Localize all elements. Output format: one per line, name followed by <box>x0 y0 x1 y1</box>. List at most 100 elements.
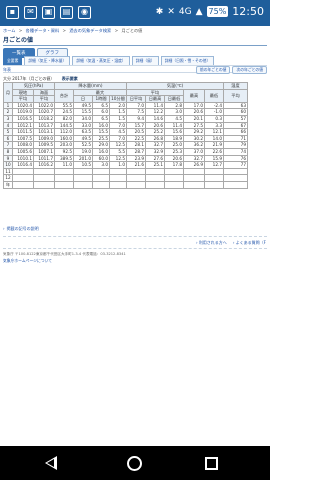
faq-link[interactable]: › よくある質問（F <box>233 240 266 246</box>
home-icon[interactable] <box>127 456 142 471</box>
value-cell: 22.6 <box>204 147 224 156</box>
value-cell: 1020.4 <box>12 101 34 110</box>
value-cell: 1008.0 <box>12 141 34 149</box>
value-cell: 25.3 <box>164 147 184 156</box>
col-daily-max: 日最高 <box>145 95 165 103</box>
table-row: 6 1007.5 1009.0 160.0 49.5 25.5 7.0 22.5 26.8 18.… <box>3 134 248 143</box>
month-cell: 7 <box>3 141 13 149</box>
breadcrumb-home[interactable]: ホーム <box>3 28 15 33</box>
next-year-button[interactable]: 次の年ごとの値 <box>232 66 267 74</box>
breadcrumb-separator: > <box>62 28 67 33</box>
value-cell: 7.5 <box>126 108 146 116</box>
value-cell: 19.0 <box>73 147 93 156</box>
month-cell: 10 <box>3 161 13 169</box>
col-total: 合計 <box>54 88 74 103</box>
value-cell: 20.1 <box>183 114 205 123</box>
value-cell: 1012.1 <box>12 121 34 130</box>
value-cell: 2.0 <box>109 101 127 110</box>
value-cell: 28.1 <box>126 141 146 149</box>
battery-icon: 75% <box>206 6 229 17</box>
month-cell: 5 <box>3 128 13 136</box>
value-cell <box>33 174 55 182</box>
value-cell <box>145 180 165 189</box>
value-cell <box>126 180 146 189</box>
month-cell: 年 <box>3 180 13 189</box>
col-temp: 気温(℃) <box>126 82 224 90</box>
value-cell: 1.5 <box>109 108 127 116</box>
signal-icon: ▲ <box>195 6 203 17</box>
sub-navigation: 年表 前の年ごとの値 次の年ごとの値 <box>3 65 267 74</box>
col-max: 最大 <box>73 88 127 97</box>
value-cell: 4.5 <box>164 114 184 123</box>
value-cell: 57 <box>223 114 248 123</box>
value-cell: 49.5 <box>73 134 93 143</box>
value-cell <box>54 180 74 189</box>
value-cell: 27.6 <box>145 154 165 163</box>
notes-link[interactable]: 掲載の記号の説明 <box>7 226 39 231</box>
value-cell: 6.5 <box>92 101 110 110</box>
app-icon: ▣ <box>42 6 55 19</box>
value-cell: 20.5 <box>126 128 146 136</box>
table-row: 12 <box>3 174 248 182</box>
value-cell: 14.6 <box>145 114 165 123</box>
value-cell <box>223 174 248 182</box>
value-cell: 1009.0 <box>33 134 55 143</box>
value-cell: 21.9 <box>204 141 224 149</box>
value-cell: 55.5 <box>54 101 74 110</box>
back-icon-inner <box>47 458 54 467</box>
value-cell <box>33 167 55 176</box>
col-1hour: 1時間 <box>92 95 110 103</box>
col-avg: 平均 <box>126 88 184 97</box>
usage-link[interactable]: › 利用される方へ <box>196 240 227 246</box>
value-cell: 1.5 <box>109 114 127 123</box>
breadcrumb-search[interactable]: 過去の気象データ検索 <box>69 28 111 33</box>
value-cell: 71 <box>223 134 248 143</box>
month-cell: 3 <box>3 114 13 123</box>
value-cell: 11.4 <box>164 121 184 130</box>
value-cell: 7.0 <box>126 101 146 110</box>
table-row: 11 <box>3 167 248 176</box>
value-cell: 1011.5 <box>12 128 34 136</box>
col-sea: 海面 <box>33 88 55 97</box>
prev-year-button[interactable]: 前の年ごとの値 <box>195 66 231 74</box>
value-cell: 22.5 <box>126 134 146 143</box>
footer-links: › 利用される方へ › よくある質問（F <box>196 240 266 246</box>
value-cell: 1022.0 <box>33 101 55 110</box>
breadcrumb: ホーム > 各種データ・資料 > 過去の気象データ検索 > 月ごとの値 <box>3 28 267 34</box>
breadcrumb-data[interactable]: 各種データ・資料 <box>26 28 60 33</box>
value-cell: 0.3 <box>204 114 224 123</box>
notification-icons: ▪ ✉ ▣ ▤ ◉ <box>6 6 91 19</box>
value-cell: 7.0 <box>109 121 127 130</box>
value-cell: 32.9 <box>145 147 165 156</box>
recent-apps-icon[interactable] <box>205 457 218 470</box>
month-cell: 11 <box>3 167 13 176</box>
value-cell <box>73 167 93 176</box>
value-cell: 77 <box>223 161 248 169</box>
value-cell <box>92 180 110 189</box>
value-cell: 25.5 <box>92 134 110 143</box>
value-cell: 201.0 <box>73 154 93 163</box>
breadcrumb-separator: > <box>18 28 23 33</box>
value-cell: 26.9 <box>183 161 205 169</box>
value-cell: 92.5 <box>54 147 74 156</box>
value-cell: 15.5 <box>73 108 93 116</box>
value-cell: 18.9 <box>164 134 184 143</box>
col-10min: 10分間 <box>109 95 127 103</box>
value-cell: 21.6 <box>126 161 146 169</box>
yearly-link[interactable]: 年表 <box>3 67 11 73</box>
table-row: 3 1016.5 1018.2 82.0 34.0 6.5 1.5 9.4 14.6 4.5 20.… <box>3 114 248 123</box>
value-cell: 112.0 <box>54 128 74 136</box>
value-cell: 12.2 <box>145 108 165 116</box>
col-day: 日 <box>73 95 93 103</box>
col-lowest: 最低 <box>204 88 224 103</box>
value-cell: 24.5 <box>54 108 74 116</box>
table-row: 10 1016.4 1016.2 11.0 10.5 3.0 1.0 21.6 25.1 17.8… <box>3 161 248 169</box>
homepage-info-link[interactable]: 気象庁ホームページについて <box>3 258 52 264</box>
value-cell <box>54 174 74 182</box>
value-cell <box>145 167 165 176</box>
value-cell: 17.0 <box>183 101 205 110</box>
value-cell <box>109 167 127 176</box>
value-cell: 63 <box>223 101 248 110</box>
col-sea-avg: 平均 <box>33 95 55 103</box>
value-cell: 82.0 <box>54 114 74 123</box>
